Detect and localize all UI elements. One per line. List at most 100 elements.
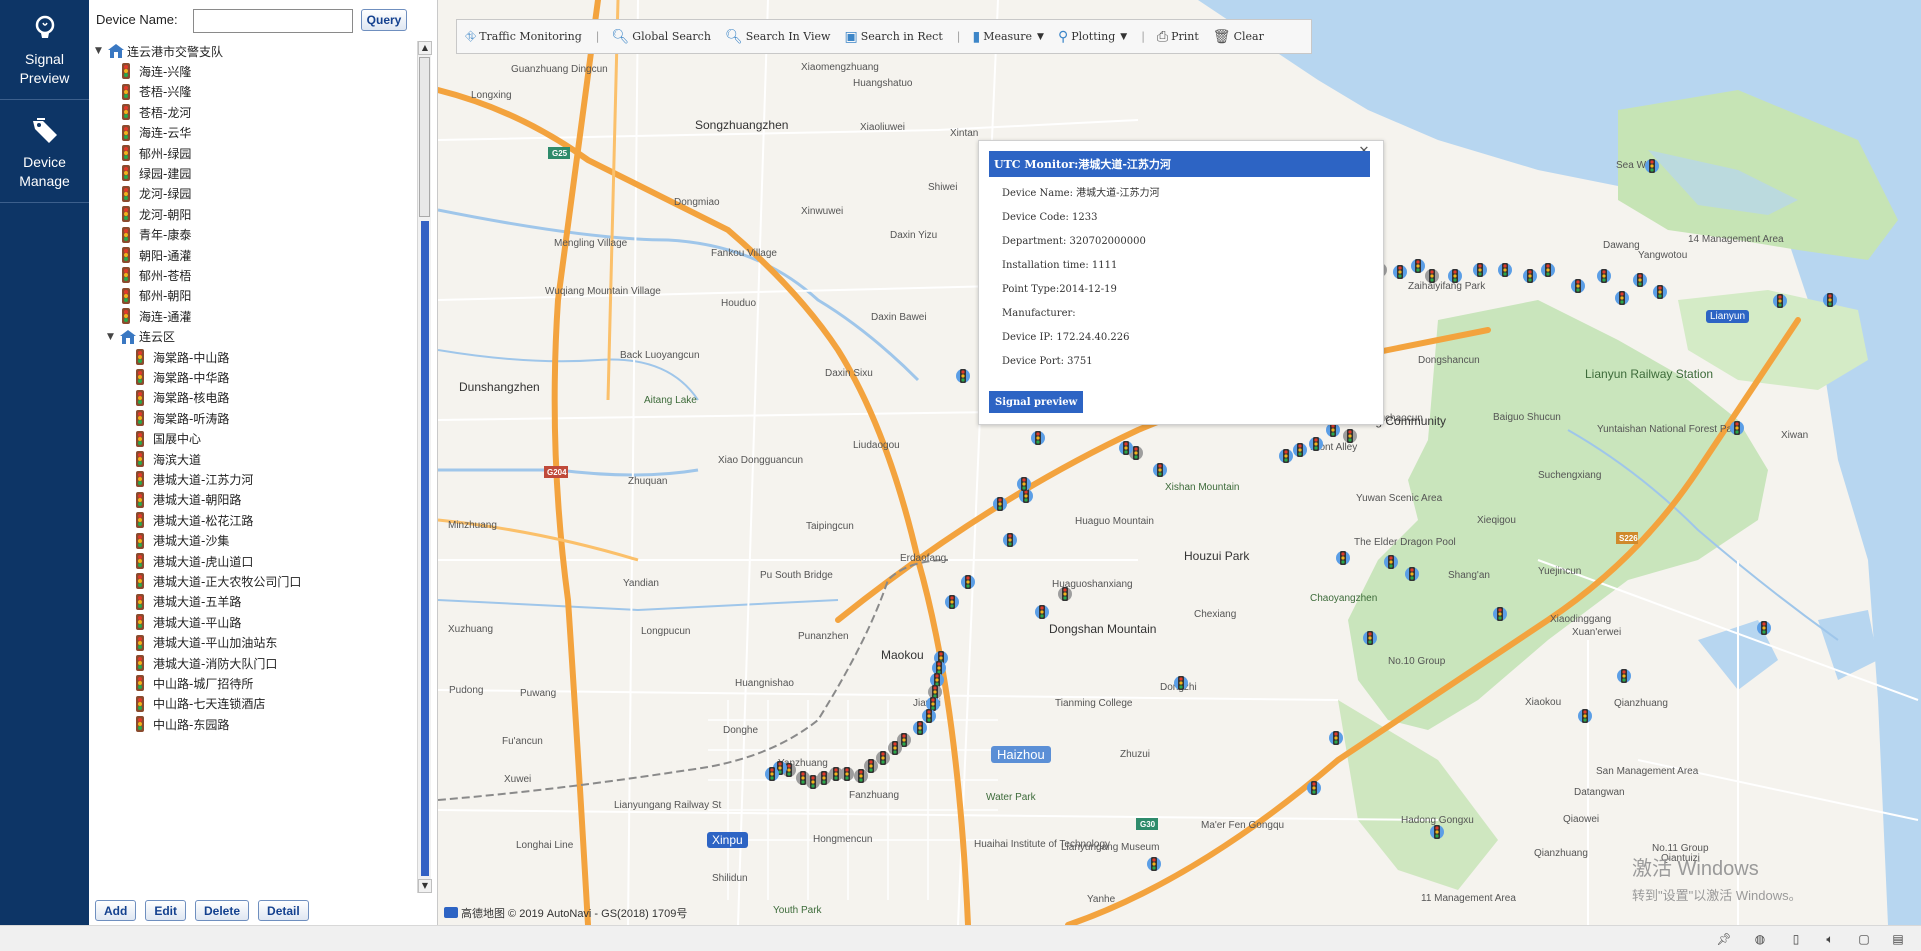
traffic-light-marker[interactable] — [1645, 157, 1659, 175]
tree-device-node[interactable]: 郁州-朝阳 — [121, 286, 191, 306]
traffic-light-marker[interactable] — [961, 573, 975, 591]
add-button[interactable]: Add — [95, 900, 137, 921]
tree-device-node[interactable]: 中山路-城厂招待所 — [135, 673, 253, 693]
traffic-light-marker[interactable] — [993, 495, 1007, 513]
detail-button[interactable]: Detail — [258, 900, 309, 921]
delete-button[interactable]: Delete — [195, 900, 250, 921]
traffic-light-marker[interactable] — [1035, 603, 1049, 621]
notification-icon[interactable]: ▤ — [1890, 931, 1906, 947]
traffic-light-marker[interactable] — [1293, 441, 1307, 459]
traffic-light-marker[interactable] — [1384, 553, 1398, 571]
traffic-light-marker[interactable] — [1823, 291, 1837, 309]
expand-arrow-icon[interactable]: ▼ — [95, 46, 107, 56]
scroll-down-button[interactable]: ▼ — [418, 879, 432, 893]
tree-device-node[interactable]: 海连-兴隆 — [121, 61, 191, 81]
traffic-monitoring-button[interactable]: ⛗ Traffic Monitoring — [465, 29, 582, 45]
traffic-light-marker[interactable] — [1003, 531, 1017, 549]
tree-device-node[interactable]: 港城大道-五羊路 — [135, 592, 241, 612]
traffic-light-marker[interactable] — [796, 769, 810, 787]
traffic-light-marker[interactable] — [1336, 549, 1350, 567]
pin-icon[interactable]: 📌︎ — [1716, 931, 1732, 947]
scroll-thumb[interactable] — [419, 57, 430, 217]
print-button[interactable]: ⎙ Print — [1157, 29, 1199, 45]
scroll-up-button[interactable]: ▲ — [418, 41, 432, 55]
tree-device-node[interactable]: 港城大道-朝阳路 — [135, 490, 241, 510]
tree-device-node[interactable]: 海棠路-核电路 — [135, 388, 229, 408]
tree-scrollbar[interactable]: ▲ ▼ — [417, 41, 432, 893]
window-icon[interactable]: ▢ — [1856, 931, 1872, 947]
map-view[interactable]: G25 G204 S226 G30 Guanzhuang Dingcun Xiao… — [438, 0, 1921, 925]
tree-device-node[interactable]: 港城大道-消防大队门口 — [135, 653, 277, 673]
traffic-light-marker[interactable] — [1773, 292, 1787, 310]
traffic-light-marker[interactable] — [1541, 261, 1555, 279]
traffic-light-marker[interactable] — [1597, 267, 1611, 285]
traffic-light-marker[interactable] — [829, 765, 843, 783]
traffic-light-marker[interactable] — [1147, 855, 1161, 873]
tree-device-node[interactable]: 苍梧-龙河 — [121, 102, 191, 122]
tree-device-node[interactable]: 海棠路-听涛路 — [135, 408, 229, 428]
tree-device-node[interactable]: 港城大道-正大农牧公司门口 — [135, 571, 301, 591]
traffic-light-marker[interactable] — [1617, 667, 1631, 685]
traffic-light-marker[interactable] — [1498, 261, 1512, 279]
traffic-light-marker[interactable] — [1448, 267, 1462, 285]
signal-preview-button[interactable]: Signal preview — [989, 391, 1084, 413]
tree-device-node[interactable]: 港城大道-虎山道口 — [135, 551, 253, 571]
tree-group-node[interactable]: ▼ 连云港市交警支队 — [95, 41, 223, 61]
tree-device-node[interactable]: 海滨大道 — [135, 449, 201, 469]
edit-button[interactable]: Edit — [145, 900, 186, 921]
traffic-light-marker[interactable] — [1757, 619, 1771, 637]
network-icon[interactable]: ◍ — [1752, 931, 1768, 947]
plotting-dropdown[interactable]: ⚲ Plotting ▼ — [1058, 29, 1127, 45]
traffic-light-marker[interactable] — [1017, 475, 1031, 493]
device-name-input[interactable] — [193, 9, 353, 33]
traffic-light-marker[interactable] — [765, 765, 779, 783]
tree-device-node[interactable]: 朝阳-通灌 — [121, 245, 191, 265]
tree-device-node[interactable]: 海棠路-中山路 — [135, 347, 229, 367]
search-in-rect-button[interactable]: ▣ Search in Rect — [844, 29, 942, 45]
traffic-light-marker[interactable] — [1653, 283, 1667, 301]
traffic-light-marker[interactable] — [913, 719, 927, 737]
traffic-light-marker[interactable] — [1425, 267, 1439, 285]
traffic-light-marker[interactable] — [1730, 419, 1744, 437]
tree-device-node[interactable]: 龙河-绿园 — [121, 184, 191, 204]
traffic-light-marker[interactable] — [1578, 707, 1592, 725]
traffic-light-marker[interactable] — [1119, 439, 1133, 457]
traffic-light-marker[interactable] — [1411, 257, 1425, 275]
tree-device-node[interactable]: 海棠路-中华路 — [135, 367, 229, 387]
traffic-light-marker[interactable] — [1343, 427, 1357, 445]
tree-group-node[interactable]: ▼ 连云区 — [107, 327, 175, 347]
tree-device-node[interactable]: 港城大道-平山路 — [135, 612, 241, 632]
query-button[interactable]: Query — [361, 9, 407, 31]
global-search-button[interactable]: 🔍︎ Global Search — [612, 29, 711, 45]
traffic-light-marker[interactable] — [876, 749, 890, 767]
tree-device-node[interactable]: 国展中心 — [135, 429, 201, 449]
nav-signal-preview[interactable]: Signal Preview — [0, 0, 89, 100]
tree-device-node[interactable]: 中山路-东园路 — [135, 714, 229, 734]
tree-device-node[interactable]: 苍梧-兴隆 — [121, 82, 191, 102]
traffic-light-marker[interactable] — [1307, 779, 1321, 797]
tree-device-node[interactable]: 港城大道-江苏力河 — [135, 469, 253, 489]
traffic-light-marker[interactable] — [1153, 461, 1167, 479]
traffic-light-marker[interactable] — [1615, 289, 1629, 307]
tree-device-node[interactable]: 港城大道-松花江路 — [135, 510, 253, 530]
tree-device-node[interactable]: 港城大道-平山加油站东 — [135, 633, 277, 653]
battery-icon[interactable]: ▯ — [1788, 931, 1804, 947]
traffic-light-marker[interactable] — [1058, 585, 1072, 603]
traffic-light-marker[interactable] — [1430, 823, 1444, 841]
tree-device-node[interactable]: 海连-通灌 — [121, 306, 191, 326]
volume-icon[interactable]: 🔈︎ — [1822, 931, 1838, 947]
nav-device-manage[interactable]: Device Manage — [0, 103, 89, 203]
traffic-light-marker[interactable] — [956, 367, 970, 385]
traffic-light-marker[interactable] — [1031, 429, 1045, 447]
expand-arrow-icon[interactable]: ▼ — [107, 332, 119, 342]
traffic-light-marker[interactable] — [1571, 277, 1585, 295]
clear-button[interactable]: 🗑︎ Clear — [1213, 29, 1264, 45]
traffic-light-marker[interactable] — [1309, 435, 1323, 453]
traffic-light-marker[interactable] — [1473, 261, 1487, 279]
tree-device-node[interactable]: 海连-云华 — [121, 123, 191, 143]
tree-device-node[interactable]: 郁州-苍梧 — [121, 265, 191, 285]
traffic-light-marker[interactable] — [1523, 267, 1537, 285]
traffic-light-marker[interactable] — [1329, 729, 1343, 747]
traffic-light-marker[interactable] — [1393, 263, 1407, 281]
traffic-light-marker[interactable] — [854, 767, 868, 785]
